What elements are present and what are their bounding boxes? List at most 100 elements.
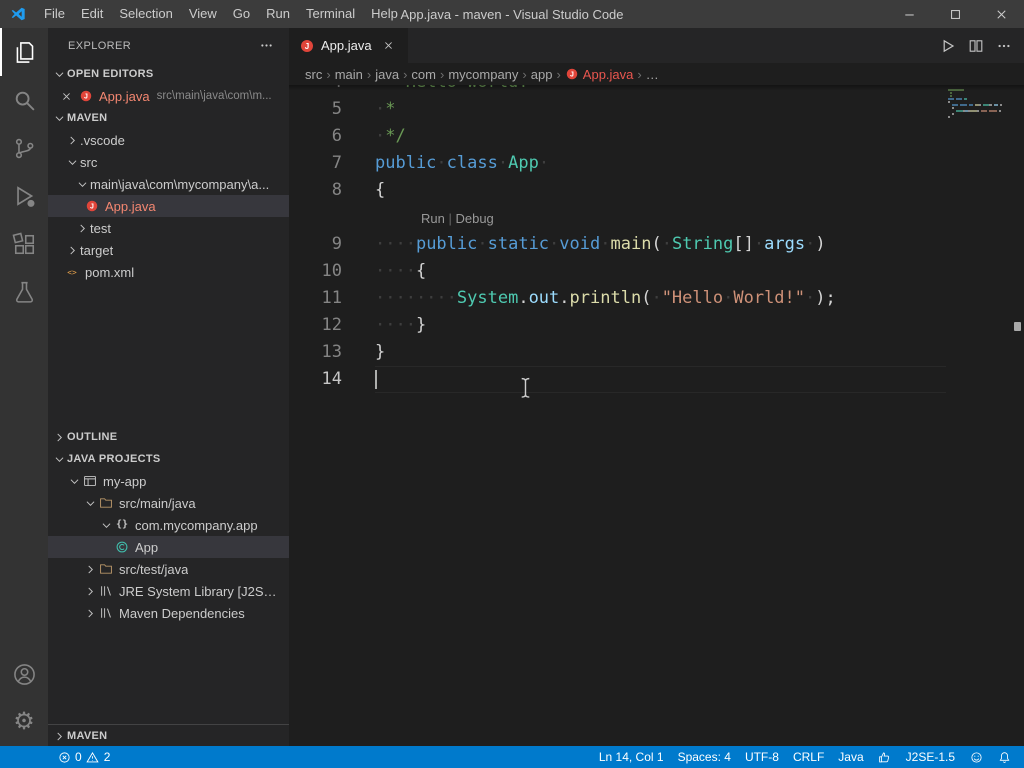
line-content[interactable] xyxy=(375,366,946,393)
tree-item-jre-system-library-j2se-1.5[interactable]: JRE System Library [J2SE-1.5] xyxy=(48,580,289,602)
breadcrumb-separator: › xyxy=(326,67,330,82)
item-label: src/test/java xyxy=(119,562,188,577)
activity-accounts[interactable] xyxy=(0,650,48,698)
menu-edit[interactable]: Edit xyxy=(73,0,111,28)
status-bar-left: 02 xyxy=(0,746,117,768)
tree-item-src[interactable]: src xyxy=(48,151,289,173)
activity-source-control[interactable] xyxy=(0,124,48,172)
code-token: * Hello world! xyxy=(375,85,529,92)
codelens-run-link[interactable]: Run xyxy=(421,211,445,226)
line-number[interactable]: 5 xyxy=(289,96,342,123)
close-button[interactable] xyxy=(978,0,1024,28)
line-number[interactable]: 7 xyxy=(289,150,342,177)
line-content[interactable]: ·* xyxy=(375,96,946,123)
breadcrumb-main[interactable]: main xyxy=(335,67,363,82)
views-and-more-actions[interactable] xyxy=(257,37,275,55)
open-editor-app.java[interactable]: JApp.javasrc\main\java\com\m... xyxy=(48,85,289,107)
line-content[interactable]: public·class·App· xyxy=(375,150,946,177)
status-java-status[interactable] xyxy=(871,746,899,768)
tree-item-app[interactable]: App xyxy=(48,536,289,558)
menu-help[interactable]: Help xyxy=(363,0,406,28)
close-tab-icon[interactable] xyxy=(380,37,398,55)
menu-selection[interactable]: Selection xyxy=(111,0,180,28)
status-indentation[interactable]: Spaces: 4 xyxy=(671,746,738,768)
tree-item-target[interactable]: target xyxy=(48,239,289,261)
tab-app.java[interactable]: JApp.java xyxy=(289,28,408,63)
line-content[interactable]: } xyxy=(375,339,946,366)
status-cursor-position[interactable]: Ln 14, Col 1 xyxy=(592,746,671,768)
line-number[interactable]: 9 xyxy=(289,231,342,258)
line-number[interactable]: 10 xyxy=(289,258,342,285)
line-content[interactable]: ·*/ xyxy=(375,123,946,150)
breadcrumb-src[interactable]: src xyxy=(305,67,322,82)
line-content[interactable]: * Hello world! xyxy=(375,85,946,96)
tree-item-my-app[interactable]: my-app xyxy=(48,470,289,492)
tree-item-maven-dependencies[interactable]: Maven Dependencies xyxy=(48,602,289,624)
minimap[interactable] xyxy=(948,89,1010,122)
activity-extensions[interactable] xyxy=(0,220,48,268)
line-number[interactable]: 8 xyxy=(289,177,342,204)
status-jdk-version[interactable]: J2SE-1.5 xyxy=(899,746,962,768)
status-problems[interactable]: 02 xyxy=(50,746,117,768)
item-label: pom.xml xyxy=(85,265,134,280)
breadcrumb-com[interactable]: com xyxy=(411,67,436,82)
line-content[interactable]: ····public·static·void·main(·String[]·ar… xyxy=(375,231,946,258)
menu-terminal[interactable]: Terminal xyxy=(298,0,363,28)
close-editor-icon[interactable] xyxy=(58,88,74,104)
codelens-debug-link[interactable]: Debug xyxy=(455,211,493,226)
menu-run[interactable]: Run xyxy=(258,0,298,28)
editor-actions xyxy=(934,28,1024,63)
tree-item-src-main-java[interactable]: src/main/java xyxy=(48,492,289,514)
line-content[interactable]: ········System.out.println(·"Hello·World… xyxy=(375,285,946,312)
activity-explorer[interactable] xyxy=(0,28,48,76)
activity-testing[interactable] xyxy=(0,268,48,316)
breadcrumb-app[interactable]: app xyxy=(531,67,553,82)
line-number[interactable]: 6 xyxy=(289,123,342,150)
more-actions-button[interactable] xyxy=(990,28,1018,63)
tree-item-test[interactable]: test xyxy=(48,217,289,239)
section-header-java-projects[interactable]: JAVA PROJECTS xyxy=(48,448,289,470)
status-end-of-line[interactable]: CRLF xyxy=(786,746,831,768)
code-lines: 4 * Hello world! 5 ·* 6 ·*/ 7 public·class·App… xyxy=(289,85,1024,746)
line-content[interactable]: { xyxy=(375,177,946,204)
line-number[interactable]: 13 xyxy=(289,339,342,366)
status-language-mode[interactable]: Java xyxy=(831,746,870,768)
section-header-outline[interactable]: OUTLINE xyxy=(48,426,289,448)
code-token: ········ xyxy=(375,288,457,308)
breadcrumb-java[interactable]: java xyxy=(375,67,399,82)
breadcrumb-mycompany[interactable]: mycompany xyxy=(448,67,518,82)
status-notifications[interactable] xyxy=(990,746,1018,768)
tree-item-.vscode[interactable]: .vscode xyxy=(48,129,289,151)
section-header-maven-panel[interactable]: MAVEN xyxy=(48,725,289,746)
menu-file[interactable]: File xyxy=(36,0,73,28)
section-header-open-editors[interactable]: OPEN EDITORS xyxy=(48,63,289,85)
status-feedback[interactable] xyxy=(962,746,990,768)
activity-settings[interactable]: ⚙ xyxy=(0,698,48,746)
run-java-button[interactable] xyxy=(934,28,962,63)
status-encoding[interactable]: UTF-8 xyxy=(738,746,786,768)
menu-go[interactable]: Go xyxy=(225,0,258,28)
line-number[interactable]: 11 xyxy=(289,285,342,312)
breadcrumb-app.java[interactable]: JApp.java xyxy=(565,67,634,82)
activity-run-and-debug[interactable] xyxy=(0,172,48,220)
code-editor[interactable]: 4 * Hello world! 5 ·* 6 ·*/ 7 public·class·App… xyxy=(289,85,1024,746)
line-number[interactable]: 12 xyxy=(289,312,342,339)
tree-item-app.java[interactable]: JApp.java xyxy=(48,195,289,217)
tree-item-src-test-java[interactable]: src/test/java xyxy=(48,558,289,580)
breadcrumb-[interactable]: … xyxy=(646,67,659,82)
maximize-button[interactable] xyxy=(932,0,978,28)
line-number[interactable]: 4 xyxy=(289,85,342,96)
menu-view[interactable]: View xyxy=(181,0,225,28)
line-content[interactable]: ····} xyxy=(375,312,946,339)
tree-item-main-java-com-mycompany-a...[interactable]: main\java\com\mycompany\a... xyxy=(48,173,289,195)
activity-search[interactable] xyxy=(0,76,48,124)
minimize-button[interactable] xyxy=(886,0,932,28)
tree-item-pom.xml[interactable]: <>pom.xml xyxy=(48,261,289,283)
minimap-line xyxy=(948,92,1010,94)
code-token: ) xyxy=(815,234,825,254)
section-header-folder-maven[interactable]: MAVEN xyxy=(48,107,289,129)
split-editor-button[interactable] xyxy=(962,28,990,63)
tree-item-com.mycompany.app[interactable]: {}com.mycompany.app xyxy=(48,514,289,536)
line-number[interactable]: 14 xyxy=(289,366,342,393)
line-content[interactable]: ····{ xyxy=(375,258,946,285)
